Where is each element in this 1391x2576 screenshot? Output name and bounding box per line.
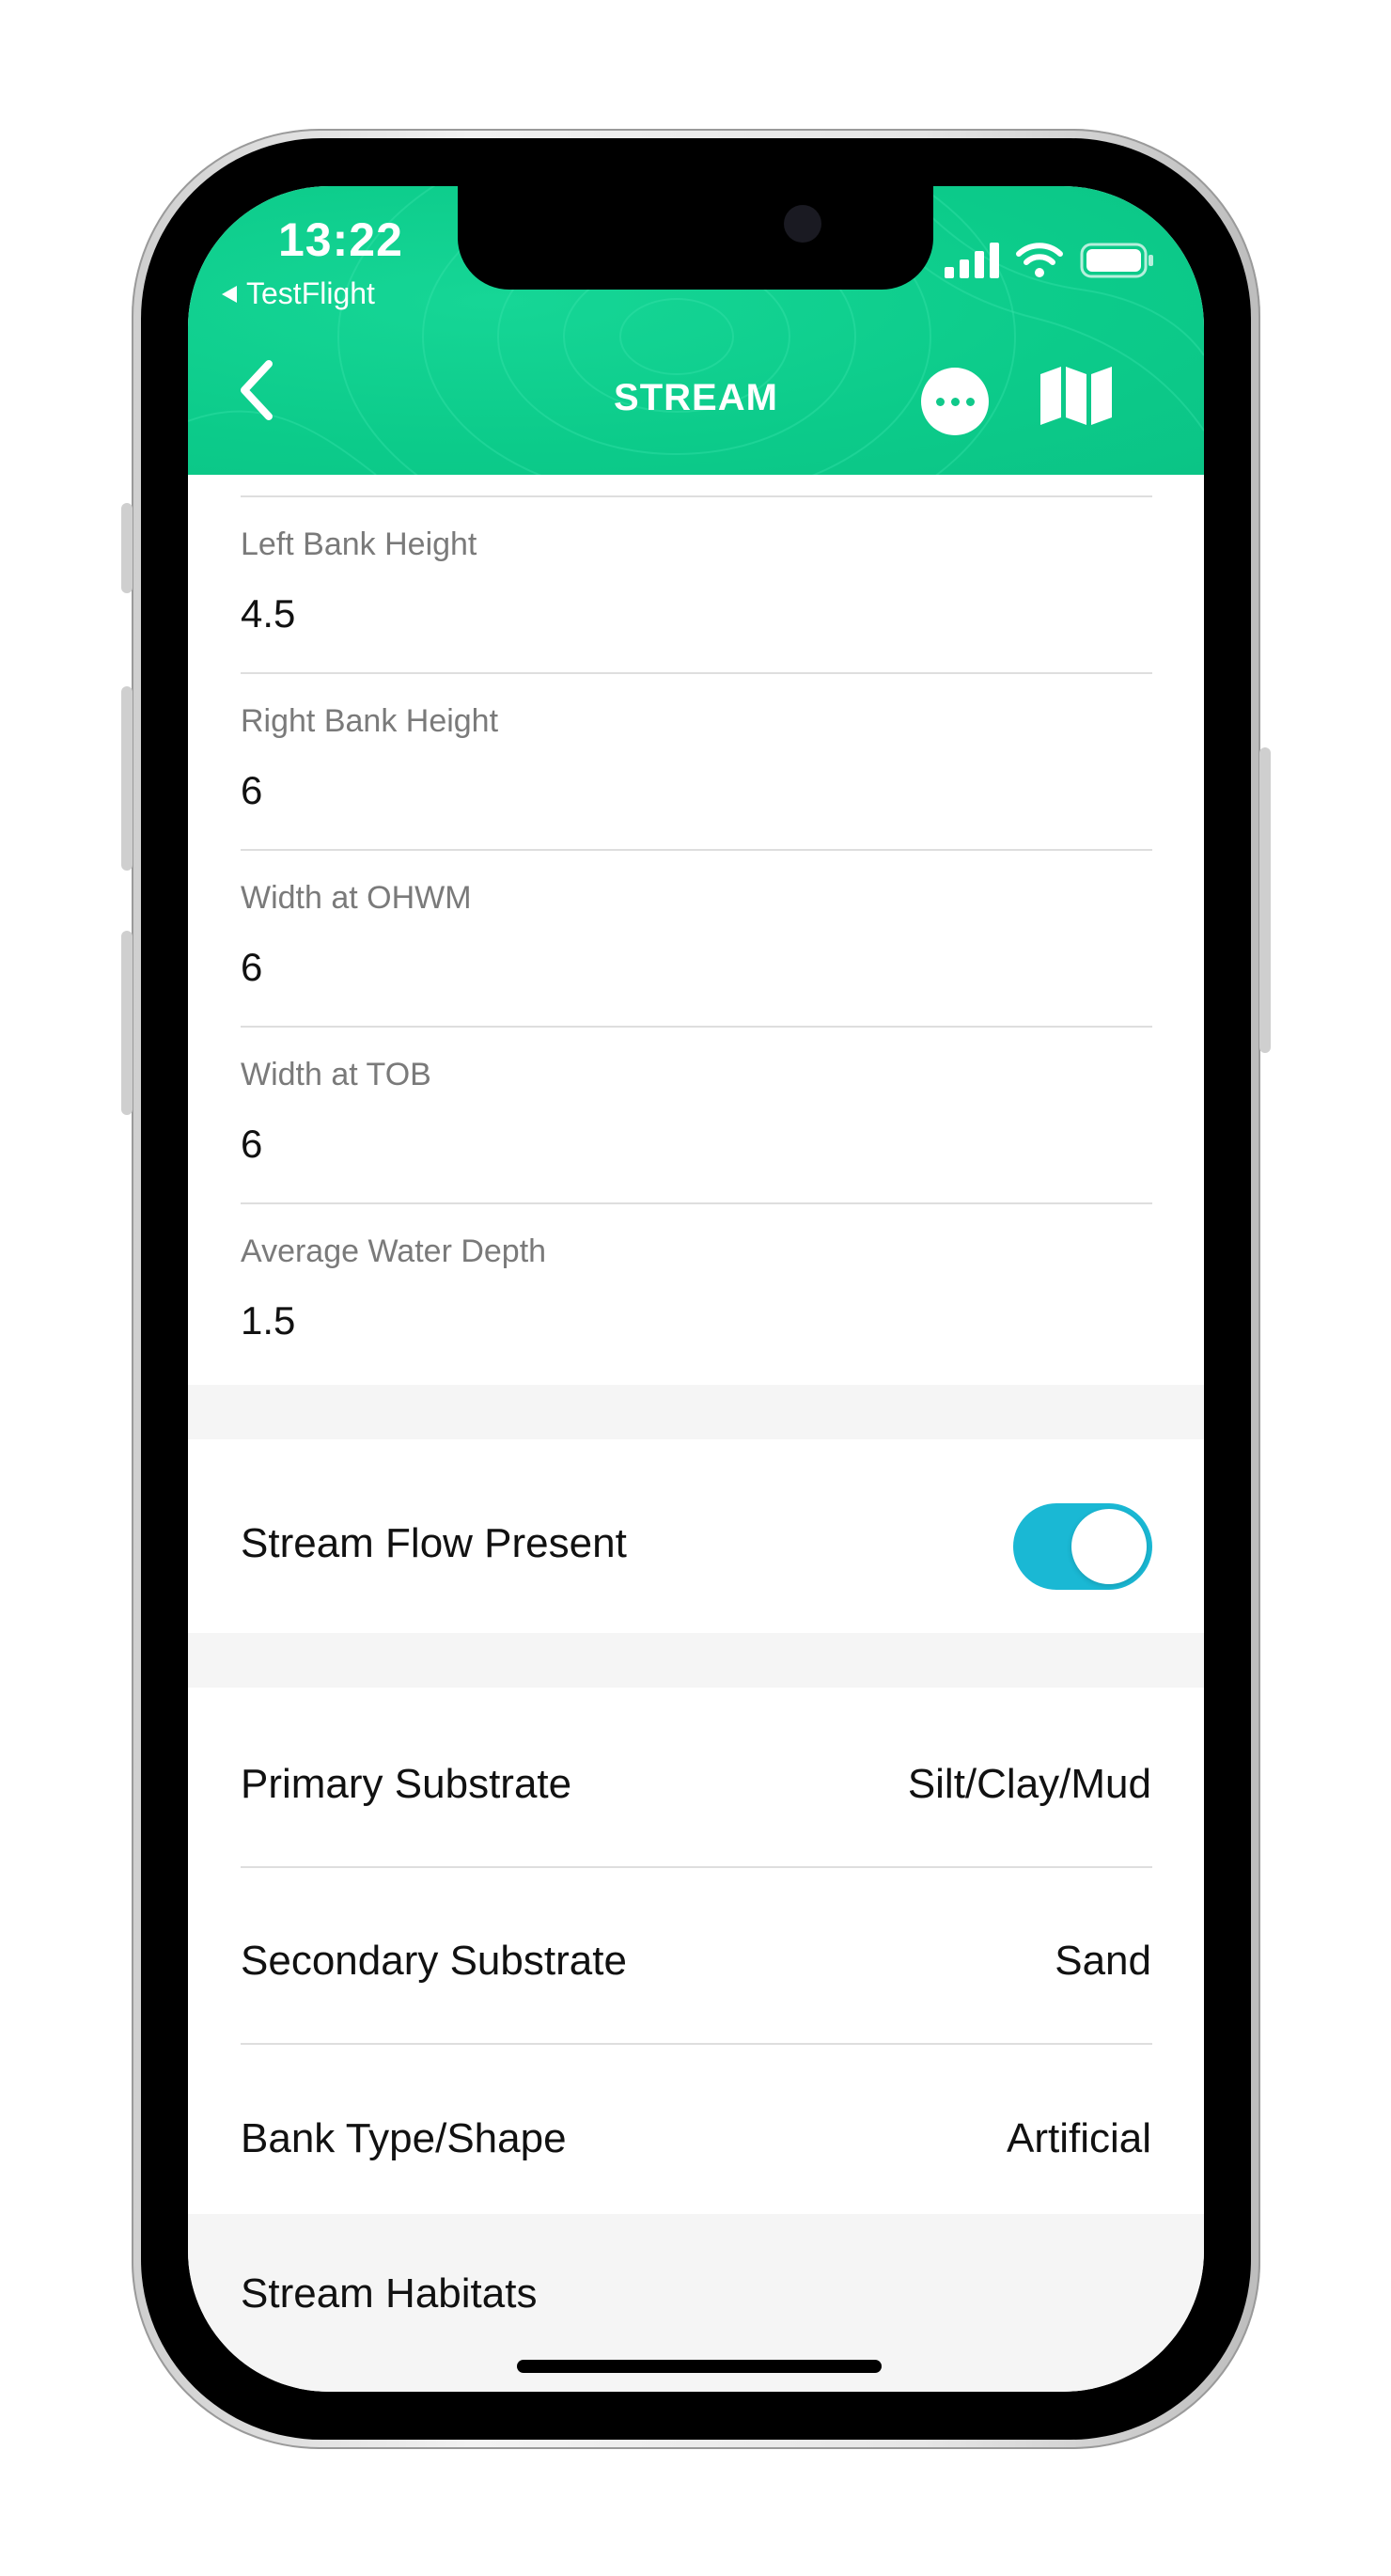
field-width-at-ohwm[interactable]: Width at OHWM 6 [241, 880, 1152, 990]
signal-icon [945, 243, 999, 278]
field-right-bank-height[interactable]: Right Bank Height 6 [241, 703, 1152, 813]
ellipsis-dot [965, 397, 975, 406]
wifi-icon [1016, 243, 1063, 277]
battery-icon [1080, 243, 1153, 278]
stream-flow-label: Stream Flow Present [241, 1520, 627, 1566]
field-value[interactable]: 4.5 [241, 591, 1152, 636]
section-header: Stream Habitats [241, 2270, 538, 2317]
app-screen: 13:22 TestFlight STREAM Left Bank Height… [188, 186, 1204, 2392]
field-width-at-tob[interactable]: Width at TOB 6 [241, 1057, 1152, 1167]
app-header: 13:22 TestFlight STREAM [188, 186, 1204, 475]
row-label: Primary Substrate [241, 1761, 572, 1807]
camera [784, 205, 821, 243]
row-value: Sand [1055, 1938, 1151, 1984]
section-spacer [188, 1633, 1204, 1688]
row-label: Bank Type/Shape [241, 2115, 567, 2161]
row-value: Silt/Clay/Mud [907, 1761, 1151, 1807]
toggle-knob [1071, 1509, 1147, 1584]
stream-flow-toggle[interactable] [1013, 1503, 1152, 1590]
divider [241, 849, 1152, 851]
map-icon [1040, 367, 1112, 425]
field-label: Right Bank Height [241, 703, 499, 739]
divider [241, 672, 1152, 674]
more-options-button[interactable] [921, 368, 989, 435]
mute-switch [121, 503, 133, 593]
status-time: 13:22 [278, 213, 403, 266]
field-left-bank-height[interactable]: Left Bank Height 4.5 [241, 526, 1152, 636]
field-label: Width at OHWM [241, 880, 472, 916]
divider [241, 495, 1152, 497]
ellipsis-icon [935, 397, 945, 406]
field-average-water-depth[interactable]: Average Water Depth 1.5 [241, 1233, 1152, 1343]
field-label: Average Water Depth [241, 1233, 547, 1269]
home-indicator[interactable] [517, 2360, 882, 2373]
section-spacer [188, 1385, 1204, 1439]
back-app-label: TestFlight [246, 276, 375, 310]
field-value[interactable]: 1.5 [241, 1298, 1152, 1343]
device-notch [458, 186, 933, 290]
power-button [1259, 747, 1271, 1053]
row-label: Secondary Substrate [241, 1938, 627, 1984]
volume-up-button [121, 686, 133, 871]
field-value[interactable]: 6 [241, 1122, 1152, 1167]
map-button[interactable] [1039, 365, 1114, 432]
row-value: Artificial [1006, 2115, 1151, 2161]
ellipsis-dot [950, 397, 960, 406]
volume-down-button [121, 931, 133, 1115]
divider [241, 2043, 1152, 2045]
divider [241, 1026, 1152, 1028]
back-to-app-link[interactable]: TestFlight [220, 276, 375, 311]
divider [241, 1202, 1152, 1204]
field-label: Left Bank Height [241, 526, 477, 562]
field-value[interactable]: 6 [241, 768, 1152, 813]
field-value[interactable]: 6 [241, 945, 1152, 990]
back-triangle-icon [222, 285, 237, 303]
field-label: Width at TOB [241, 1057, 431, 1092]
status-icons [945, 243, 1155, 278]
divider [241, 1866, 1152, 1868]
